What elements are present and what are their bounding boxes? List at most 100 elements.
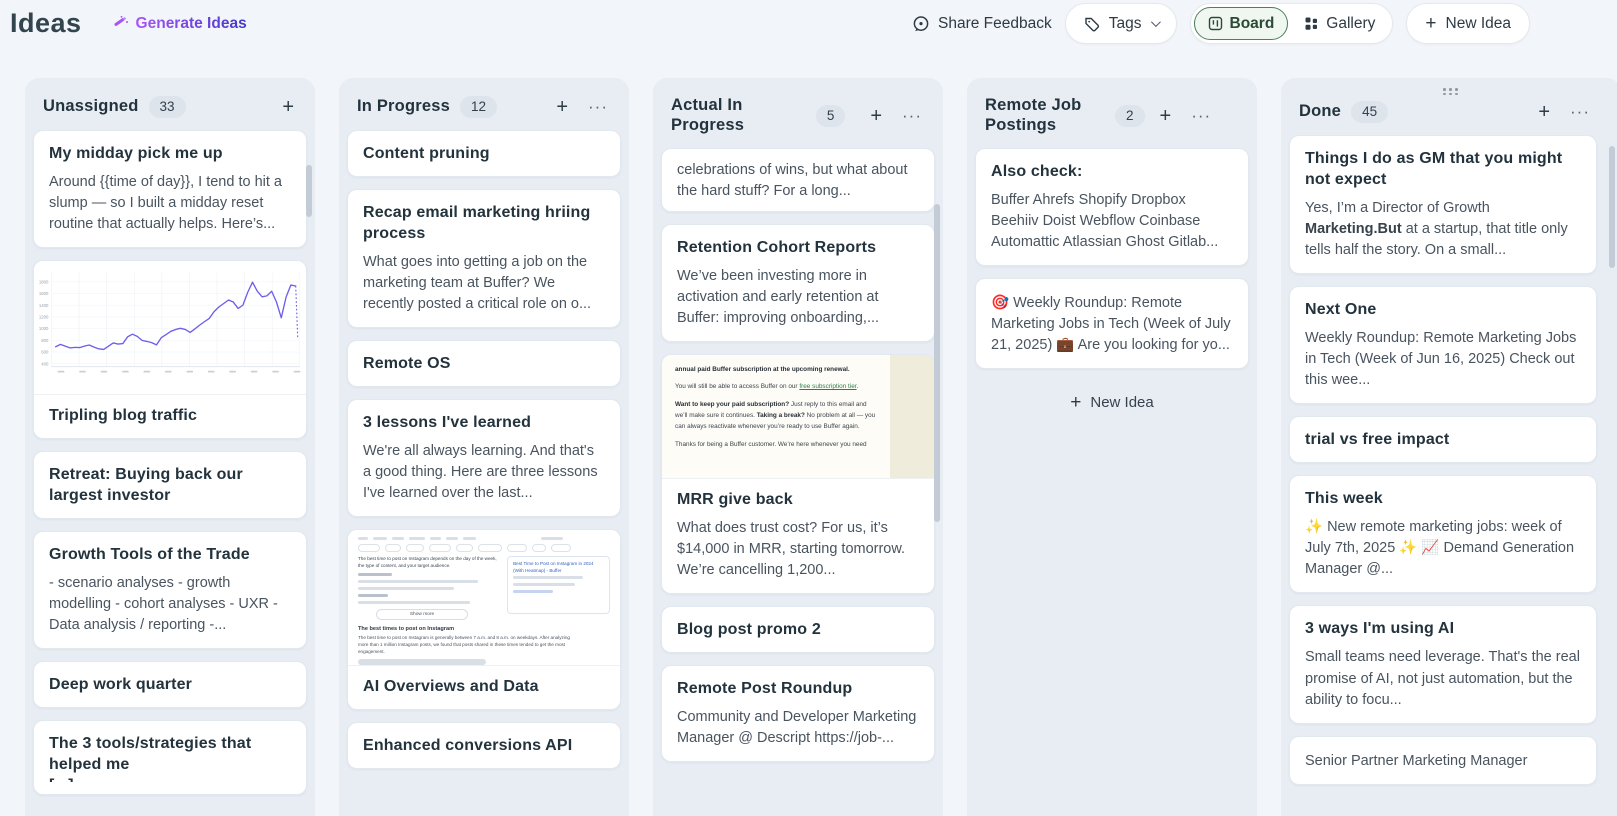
skeleton-line [513, 576, 604, 579]
card-title: Deep work quarter [49, 674, 291, 695]
skeleton-line [358, 594, 499, 597]
svg-text:1600: 1600 [39, 291, 49, 296]
search-side-card: Best Time to Post on Instagram in 2024 (… [507, 556, 610, 614]
card-body: Yes, I’m a Director of Growth Marketing.… [1305, 198, 1581, 261]
idea-card[interactable]: Things I do as GM that you might not exp… [1289, 135, 1597, 274]
add-card-button[interactable]: + [277, 97, 299, 117]
card-title: 3 lessons I've learned [363, 412, 605, 433]
idea-card[interactable]: 3 lessons I've learned We're all always … [347, 399, 621, 517]
column-menu-button[interactable]: ··· [1565, 103, 1595, 120]
new-idea-label: New Idea [1446, 15, 1511, 33]
search-main: The best time to post on Instagram depen… [358, 556, 610, 620]
idea-card[interactable]: Remote Post Roundup Community and Develo… [661, 665, 935, 762]
idea-card[interactable]: The 3 tools/strategies that helped me [.… [33, 720, 307, 795]
column-menu-button[interactable]: ··· [583, 98, 613, 115]
card-body: We're all always learning. And that's a … [363, 441, 605, 504]
column-new-idea-label: New Idea [1090, 394, 1153, 411]
card-title: Things I do as GM that you might not exp… [1305, 148, 1581, 190]
card-body: What goes into getting a job on the mark… [363, 252, 605, 315]
idea-card[interactable]: Also check: Buffer Ahrefs Shopify Dropbo… [975, 148, 1249, 266]
show-more-button: Show more [376, 609, 468, 620]
card-title: Also check: [991, 161, 1233, 182]
column-title: Remote Job Postings [985, 96, 1105, 136]
card-body: We’ve been investing more in activation … [677, 266, 919, 329]
email-line: Want to keep your paid subscription? Jus… [675, 399, 880, 433]
svg-text:800: 800 [41, 338, 49, 343]
card-body: Community and Developer Marketing Manage… [677, 707, 919, 749]
column-unassigned: Unassigned 33 + My midday pick me up Aro… [25, 78, 315, 816]
idea-card[interactable]: Remote OS [347, 340, 621, 387]
card-title: This week [1305, 488, 1581, 509]
share-feedback-label: Share Feedback [938, 15, 1052, 33]
idea-card[interactable]: The best time to post on Instagram depen… [347, 529, 621, 710]
svg-text:1200: 1200 [39, 314, 49, 319]
svg-text:1800: 1800 [39, 279, 49, 284]
idea-card[interactable]: Blog post promo 2 [661, 606, 935, 653]
column-menu-button[interactable]: ··· [1186, 107, 1216, 124]
idea-card[interactable]: Next One Weekly Roundup: Remote Marketin… [1289, 286, 1597, 404]
column-scrollbar[interactable] [306, 165, 312, 217]
search-tabs-skeleton [358, 537, 610, 540]
idea-card[interactable]: Recap email marketing hriing process Wha… [347, 189, 621, 328]
search-result-paragraph: The best time to post on Instagram is ge… [358, 634, 580, 655]
card-body: Senior Partner Marketing Manager [1305, 751, 1581, 772]
generate-ideas-button[interactable]: Generate Ideas [112, 15, 247, 33]
column-scrollbar[interactable] [934, 204, 940, 522]
idea-card[interactable]: 40060080010001200140016001800 Tripling b… [33, 260, 307, 439]
idea-card[interactable]: annual paid Buffer subscription at the u… [661, 354, 935, 594]
new-idea-button[interactable]: + New Idea [1406, 3, 1530, 44]
email-line: annual paid Buffer subscription at the u… [675, 364, 880, 375]
card-title: trial vs free impact [1305, 429, 1581, 450]
traffic-chart-thumbnail: 40060080010001200140016001800 [34, 261, 306, 395]
card-body: - scenario analyses - growth modelling -… [49, 573, 291, 636]
tags-dropdown[interactable]: Tags [1065, 3, 1177, 44]
idea-card[interactable]: 3 ways I'm using AI Small teams need lev… [1289, 605, 1597, 723]
idea-card[interactable]: Content pruning [347, 130, 621, 177]
board-view-label: Board [1230, 15, 1275, 33]
add-card-button[interactable]: + [551, 97, 573, 117]
idea-card[interactable]: Retreat: Buying back our largest investo… [33, 451, 307, 519]
column-header: In Progress 12 + ··· [347, 86, 621, 130]
card-title-clipped-line: [...] [49, 775, 291, 782]
idea-card[interactable]: trial vs free impact [1289, 416, 1597, 463]
card-body: Around {{time of day}}, I tend to hit a … [49, 172, 291, 235]
column-drag-handle-icon[interactable] [1443, 88, 1459, 95]
column-new-idea-button[interactable]: + New Idea [975, 381, 1249, 424]
ai-overview-text: The best time to post on Instagram depen… [358, 556, 499, 570]
feedback-bubble-icon [912, 15, 930, 33]
gallery-view-button[interactable]: Gallery [1290, 7, 1389, 40]
idea-card[interactable]: Enhanced conversions API [347, 722, 621, 769]
column-count-badge: 5 [816, 105, 846, 127]
share-feedback-button[interactable]: Share Feedback [912, 15, 1052, 33]
svg-text:1000: 1000 [39, 326, 49, 331]
email-line: You will still be able to access Buffer … [675, 381, 880, 392]
column-actual-in-progress: Actual In Progress 5 + ··· celebrations … [653, 78, 943, 816]
board-view-button[interactable]: Board [1194, 7, 1289, 40]
idea-card[interactable]: 🎯 Weekly Roundup: Remote Marketing Jobs … [975, 278, 1249, 369]
column-scrollbar[interactable] [1609, 146, 1615, 268]
skeleton-line [358, 587, 499, 590]
column-count-badge: 45 [1351, 101, 1388, 123]
add-card-button[interactable]: + [865, 106, 887, 126]
add-card-button[interactable]: + [1155, 106, 1177, 126]
card-title: Content pruning [363, 143, 605, 164]
search-results-screenshot-thumbnail: The best time to post on Instagram depen… [348, 530, 620, 666]
idea-card[interactable]: Growth Tools of the Trade - scenario ana… [33, 531, 307, 649]
add-card-button[interactable]: + [1533, 102, 1555, 122]
site-row-skeleton [358, 659, 610, 665]
idea-card[interactable]: My midday pick me up Around {{time of da… [33, 130, 307, 248]
card-title: Enhanced conversions API [363, 735, 605, 756]
idea-card[interactable]: Senior Partner Marketing Manager [1289, 736, 1597, 785]
idea-card[interactable]: celebrations of wins, but what about the… [661, 148, 935, 212]
idea-card[interactable]: This week ✨ New remote marketing jobs: w… [1289, 475, 1597, 593]
idea-card[interactable]: Retention Cohort Reports We’ve been inve… [661, 224, 935, 342]
column-header: Remote Job Postings 2 + ··· [975, 86, 1249, 148]
column-menu-button[interactable]: ··· [897, 107, 927, 124]
kanban-board: Unassigned 33 + My midday pick me up Aro… [0, 78, 1617, 816]
card-title: Retention Cohort Reports [677, 237, 919, 258]
idea-card[interactable]: Deep work quarter [33, 661, 307, 708]
card-title: Remote Post Roundup [677, 678, 919, 699]
svg-text:400: 400 [41, 361, 49, 366]
chevron-down-icon [1150, 17, 1160, 27]
card-body: Buffer Ahrefs Shopify Dropbox Beehiiv Do… [991, 190, 1233, 253]
